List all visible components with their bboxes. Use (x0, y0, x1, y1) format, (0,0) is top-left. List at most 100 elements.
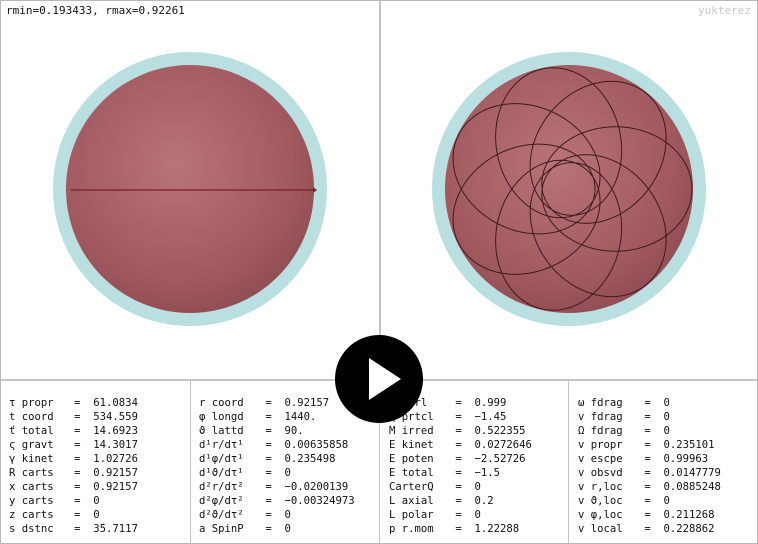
readout-label: carts (21, 481, 54, 493)
horizon-sphere (66, 65, 314, 313)
readout-label: gravt (21, 439, 54, 451)
view-divider (379, 1, 381, 379)
readout-value: 0.522355 (474, 425, 526, 437)
readout-label: carts (21, 495, 54, 507)
readout-value: −0.00324973 (284, 495, 355, 507)
readout-value: 0 (93, 495, 100, 507)
readout-label: carts (21, 467, 54, 479)
readout-row: v φ,loc = 0.211268 (578, 509, 715, 521)
readout-label: v ϑ,loc (578, 495, 623, 507)
readout-row: t coord = 534.559 (9, 411, 138, 423)
readout-row: τ propr = 61.0834 (9, 397, 138, 409)
readout-value: 0 (663, 411, 670, 423)
readout-value: 0.00635858 (284, 439, 349, 451)
readout-row: z carts = 0 (9, 509, 100, 521)
readout-label: L polar (389, 509, 434, 521)
readout-value: 0.92157 (284, 397, 330, 409)
readout-row: E kinet = 0.0272646 (389, 439, 532, 451)
side-view-scene[interactable] (1, 1, 379, 379)
readout-row: d²ϑ/dτ² = 0 (199, 509, 291, 521)
readout-label: ω fdrag (578, 397, 623, 409)
readout-value: 35.7117 (93, 523, 138, 535)
readout-row: v propr = 0.235101 (578, 439, 715, 451)
horizon-sphere (445, 65, 693, 313)
readout-value: 0.0147779 (663, 467, 721, 479)
readout-value: 0 (474, 509, 481, 521)
readout-label: v r,loc (578, 481, 623, 493)
readout-label: total (21, 425, 54, 437)
play-button[interactable] (335, 335, 423, 423)
readout-value: 14.3017 (93, 439, 138, 451)
readout-row: v ϑ,loc = 0 (578, 495, 670, 507)
readout-column-time: τ propr = 61.0834 t coord = 534.559 ť tota… (9, 396, 138, 536)
readout-row: y carts = 0 (9, 495, 100, 507)
readout-value: 0.235498 (284, 453, 336, 465)
readout-label: ϑ lattd (199, 425, 244, 437)
readout-value: 0 (284, 523, 291, 535)
readout-label: d²φ/dτ² (199, 495, 244, 507)
readout-label: dstnc (21, 523, 54, 535)
readout-label: propr (21, 397, 54, 409)
readout-label: v obsvd (578, 467, 623, 479)
readout-row: d²r/dτ² = −0.0200139 (199, 481, 349, 493)
readout-value: −0.0200139 (284, 481, 349, 493)
readout-row: ť total = 14.6923 (9, 425, 138, 437)
readout-row: x carts = 0.92157 (9, 481, 138, 493)
readout-value: 1440. (284, 411, 317, 423)
readout-value: 0 (663, 397, 670, 409)
readout-label: d¹ϑ/dτ¹ (199, 467, 244, 479)
readout-value: 0 (284, 467, 291, 479)
column-divider (190, 381, 191, 543)
readout-value: 0.92157 (93, 481, 138, 493)
readout-value: 0 (284, 509, 291, 521)
readout-value: 0.2 (474, 495, 494, 507)
readout-value: 0.99963 (663, 453, 709, 465)
readout-value: 0.211268 (663, 509, 715, 521)
readout-value: 0.0272646 (474, 439, 532, 451)
readout-label: M irred (389, 425, 434, 437)
readout-value: 0 (93, 509, 100, 521)
readout-value: 1.02726 (93, 453, 138, 465)
readout-row: L polar = 0 (389, 509, 481, 521)
readout-row: ω fdrag = 0 (578, 397, 670, 409)
top-view-scene[interactable] (381, 1, 757, 379)
readout-value: 14.6923 (93, 425, 138, 437)
readout-value: 90. (284, 425, 304, 437)
readout-label: d¹r/dτ¹ (199, 439, 244, 451)
readout-label: v propr (578, 439, 623, 451)
readout-label: d²ϑ/dτ² (199, 509, 244, 521)
readout-label: d¹φ/dτ¹ (199, 453, 244, 465)
readout-label: d²r/dτ² (199, 481, 244, 493)
readout-row: v local = 0.228862 (578, 523, 715, 535)
readout-row: M irred = 0.522355 (389, 425, 526, 437)
app-frame: rmin=0.193433, rmax=0.92261 yukterez τ p… (0, 0, 758, 544)
readout-label: p r.mom (389, 523, 434, 535)
readout-row: a SpinP = 0 (199, 523, 291, 535)
readout-value: 0 (474, 481, 481, 493)
readout-value: 0.235101 (663, 439, 715, 451)
readout-value: 0.92157 (93, 467, 138, 479)
column-divider (568, 381, 569, 543)
readout-row: Ω fdrag = 0 (578, 425, 670, 437)
readout-row: E poten = −2.52726 (389, 453, 526, 465)
readout-row: CarterQ = 0 (389, 481, 481, 493)
readout-row: d²φ/dτ² = −0.00324973 (199, 495, 355, 507)
readout-label: kinet (21, 453, 54, 465)
readout-row: E total = −1.5 (389, 467, 501, 479)
readout-row: r coord = 0.92157 (199, 397, 330, 409)
readout-label: carts (21, 509, 54, 521)
readout-label: E kinet (389, 439, 434, 451)
readout-value: 534.559 (93, 411, 138, 423)
readout-label: E poten (389, 453, 434, 465)
readout-value: −2.52726 (474, 453, 526, 465)
readout-label: a SpinP (199, 523, 244, 535)
readout-row: d¹ϑ/dτ¹ = 0 (199, 467, 291, 479)
readout-label: E total (389, 467, 434, 479)
readout-row: s dstnc = 35.7117 (9, 523, 138, 535)
readout-label: coord (21, 411, 54, 423)
readout-row: R carts = 0.92157 (9, 467, 138, 479)
readout-label: v fdrag (578, 411, 623, 423)
readout-row: γ kinet = 1.02726 (9, 453, 138, 465)
readout-value: 0.228862 (663, 523, 715, 535)
readout-label: Ω fdrag (578, 425, 623, 437)
